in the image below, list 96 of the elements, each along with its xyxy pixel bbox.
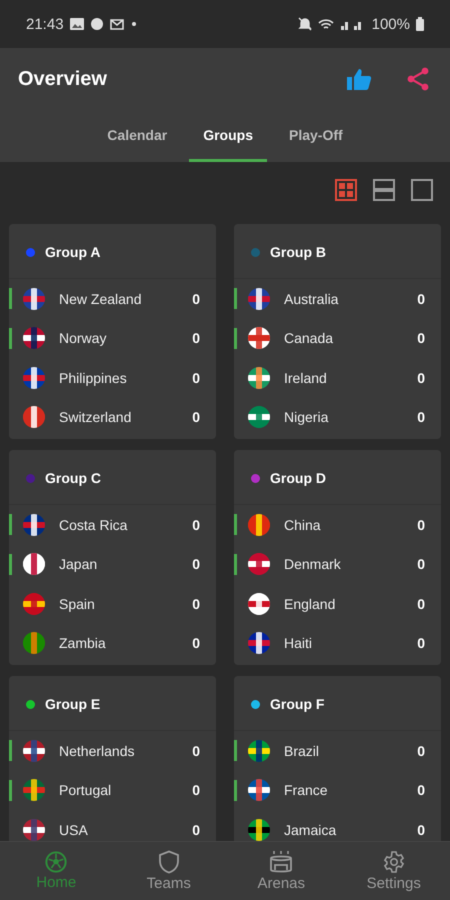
flag-icon (248, 818, 270, 841)
group-name[interactable]: Group B (270, 244, 326, 260)
flag-icon (23, 740, 45, 762)
team-points: 0 (417, 742, 425, 759)
stadium-icon (269, 850, 294, 874)
team-name[interactable]: France (284, 782, 418, 798)
team-name[interactable]: Ireland (284, 370, 418, 386)
flag-icon (248, 327, 270, 350)
flag-icon (23, 406, 45, 428)
flag-icon (23, 779, 45, 802)
team-name[interactable]: Australia (284, 290, 418, 307)
nav-tab[interactable]: Teams (112, 842, 225, 900)
team-points: 0 (417, 635, 425, 652)
flag-icon (248, 288, 270, 310)
battery-level: 100% (372, 16, 410, 32)
team-points: 0 (417, 409, 425, 426)
team-points: 0 (417, 782, 425, 798)
team-points: 0 (192, 742, 200, 759)
team-points: 0 (192, 782, 200, 798)
team-name[interactable]: Jamaica (284, 822, 418, 838)
flag-icon (248, 779, 270, 802)
group-name[interactable]: Group A (45, 244, 100, 260)
flag-icon (248, 592, 270, 615)
team-name[interactable]: Haiti (284, 635, 418, 652)
flag-icon (248, 366, 270, 389)
image-icon (70, 18, 84, 30)
team-points: 0 (417, 822, 425, 838)
team-name[interactable]: USA (59, 822, 192, 838)
share-icon (406, 67, 430, 91)
row-view-button[interactable] (372, 178, 396, 202)
flag-icon (23, 366, 45, 389)
team-points: 0 (192, 370, 200, 386)
soccer-ball-icon (45, 851, 68, 873)
flag-icon (248, 553, 270, 576)
team-points: 0 (192, 290, 200, 307)
group-name[interactable]: Group D (270, 470, 326, 486)
flag-icon (248, 514, 270, 536)
team-points: 0 (192, 822, 200, 838)
team-name[interactable]: England (284, 596, 418, 612)
team-name[interactable]: Nigeria (284, 409, 418, 426)
team-points: 0 (192, 596, 200, 612)
status-time: 21:43 (26, 16, 64, 32)
flag-icon (23, 592, 45, 615)
team-name[interactable]: Spain (59, 596, 192, 612)
flag-icon (23, 553, 45, 576)
team-name[interactable]: Japan (59, 556, 192, 572)
flag-icon (248, 632, 270, 654)
team-name[interactable]: China (284, 516, 418, 533)
flag-icon (23, 288, 45, 310)
team-points: 0 (417, 370, 425, 386)
group-name[interactable]: Group F (270, 696, 324, 712)
grid-view-button[interactable] (334, 178, 358, 202)
flag-icon (23, 514, 45, 536)
team-name[interactable]: New Zealand (59, 290, 192, 307)
team-points: 0 (417, 330, 425, 346)
flag-icon (23, 327, 45, 350)
team-name[interactable]: Netherlands (59, 742, 192, 759)
flag-icon (23, 818, 45, 841)
tab[interactable]: Calendar (93, 110, 182, 162)
flag-icon (248, 740, 270, 762)
team-name[interactable]: Zambia (59, 635, 192, 652)
flag-icon (248, 406, 270, 428)
shield-icon (158, 850, 180, 874)
team-name[interactable]: Portugal (59, 782, 192, 798)
team-points: 0 (417, 556, 425, 572)
mail-icon (110, 18, 124, 30)
team-points: 0 (417, 516, 425, 533)
nav-tab[interactable]: Arenas (225, 842, 338, 900)
thumbs-up-icon (346, 67, 372, 91)
flag-icon (23, 632, 45, 654)
team-name[interactable]: Norway (59, 330, 192, 346)
settings-icon (382, 850, 406, 874)
group-name[interactable]: Group C (45, 470, 101, 486)
team-points: 0 (192, 635, 200, 652)
team-points: 0 (192, 409, 200, 426)
mute-icon (298, 17, 312, 31)
team-name[interactable]: Switzerland (59, 409, 192, 426)
team-name[interactable]: Denmark (284, 556, 418, 572)
team-points: 0 (192, 556, 200, 572)
team-name[interactable]: Brazil (284, 742, 418, 759)
team-points: 0 (417, 596, 425, 612)
battery-icon (416, 17, 424, 31)
single-view-button[interactable] (410, 178, 434, 202)
team-points: 0 (192, 516, 200, 533)
tab[interactable]: Play-Off (275, 110, 357, 162)
team-name[interactable]: Canada (284, 330, 418, 346)
tab[interactable]: Groups (189, 110, 267, 162)
team-points: 0 (192, 330, 200, 346)
wifi-icon (318, 18, 334, 30)
nav-tab[interactable]: Settings (338, 842, 450, 900)
group-name[interactable]: Group E (45, 696, 100, 712)
screen-title: Overview (18, 68, 108, 90)
team-name[interactable]: Costa Rica (59, 516, 192, 533)
team-name[interactable]: Philippines (59, 370, 192, 386)
team-points: 0 (417, 290, 425, 307)
dot-icon (130, 20, 138, 28)
